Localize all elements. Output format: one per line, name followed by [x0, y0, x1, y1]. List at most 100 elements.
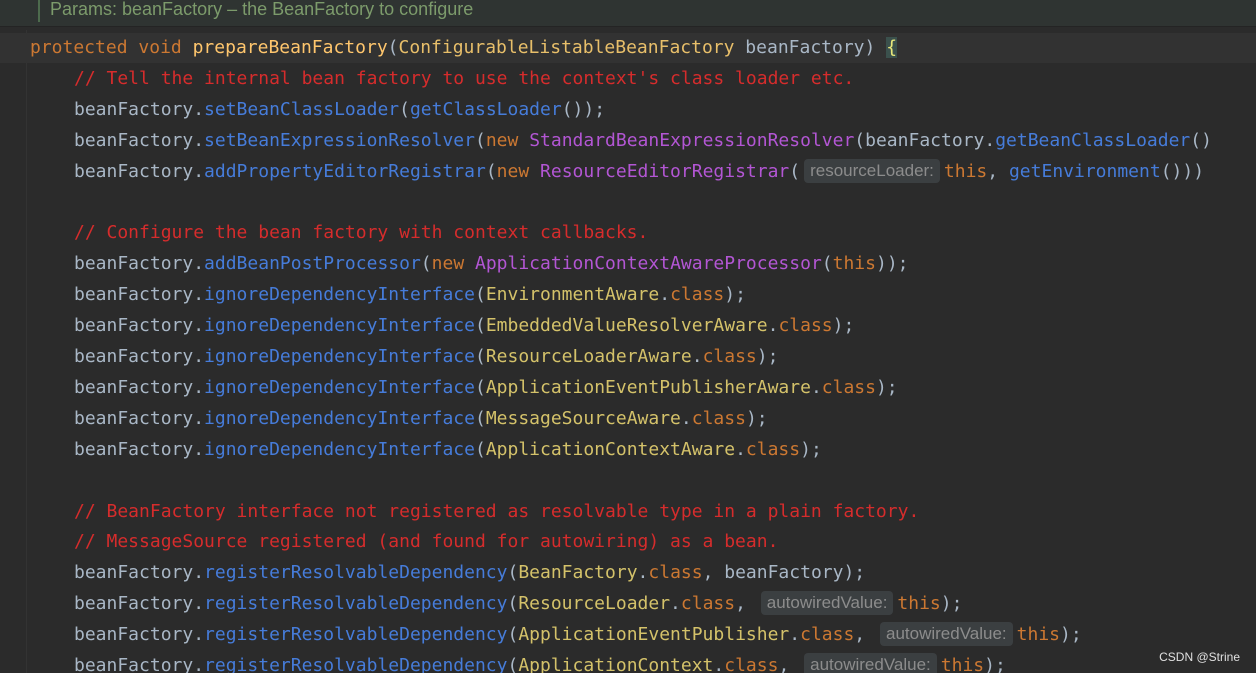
method-call: ignoreDependencyInterface [204, 376, 475, 398]
comment: // Tell the internal bean factory to use… [74, 67, 855, 89]
code-token: beanFactory. [74, 284, 205, 306]
keyword: this [832, 253, 876, 275]
rendered-doc-comment: Params: beanFactory – the BeanFactory to… [0, 0, 1256, 27]
code-token: beanFactory. [74, 346, 205, 367]
keyword: this [940, 655, 985, 673]
watermark: CSDN @Strine [1159, 650, 1240, 664]
keyword: class [724, 655, 779, 673]
method-call: getBeanClassLoader [995, 129, 1191, 151]
code-line[interactable]: beanFactory.ignoreDependencyInterface(Ap… [74, 435, 822, 465]
code-token: ); [940, 593, 963, 615]
code-line[interactable]: beanFactory.ignoreDependencyInterface(Em… [74, 311, 854, 341]
code-line[interactable]: beanFactory.registerResolvableDependency… [74, 620, 1082, 650]
code-token: ( [420, 253, 432, 275]
code-token: ); [832, 315, 855, 337]
code-token: ( [474, 346, 486, 367]
code-token: . [659, 284, 671, 306]
code-token: beanFactory. [74, 438, 205, 460]
method-call: registerResolvableDependency [204, 593, 508, 615]
code-token: ); [1060, 624, 1082, 646]
indent-guide [26, 30, 27, 673]
code-token: ( [474, 129, 486, 151]
code-line[interactable]: beanFactory.ignoreDependencyInterface(Me… [74, 404, 768, 434]
keyword: class [800, 624, 855, 646]
code-line[interactable]: beanFactory.addPropertyEditorRegistrar(n… [74, 157, 1204, 187]
constructor: ResourceEditorRegistrar [540, 160, 790, 182]
code-line[interactable]: // Configure the bean factory with conte… [74, 218, 648, 248]
code-token: . [670, 593, 681, 615]
class-ref: ResourceLoader [518, 593, 671, 615]
code-line[interactable]: beanFactory.setBeanClassLoader(getClassL… [74, 95, 605, 125]
class-ref: ApplicationEventPublisher [518, 624, 790, 646]
code-token: . [637, 562, 649, 584]
class-ref: ApplicationContext [518, 655, 714, 673]
code-token: beanFactory. [74, 655, 205, 673]
keyword: class [648, 562, 703, 584]
code-token: ); [800, 438, 822, 460]
code-token: ( [474, 315, 486, 337]
code-line[interactable]: beanFactory.ignoreDependencyInterface(Re… [74, 342, 778, 372]
code-line[interactable]: beanFactory.registerResolvableDependency… [74, 589, 962, 619]
keyword: class [745, 438, 801, 460]
code-token: . [713, 655, 725, 673]
method-call: ignoreDependencyInterface [204, 284, 475, 306]
code-token: beanFactory. [74, 160, 205, 182]
keyword: new [431, 253, 465, 275]
method-name: prepareBeanFactory [192, 37, 388, 58]
method-call: registerResolvableDependency [204, 624, 508, 646]
code-token: (beanFactory. [854, 129, 996, 151]
code-token: ( [387, 37, 399, 58]
code-token: ( [507, 593, 519, 615]
code-editor[interactable]: Params: beanFactory – the BeanFactory to… [0, 0, 1256, 673]
param-hint: autowiredValue: [879, 622, 1013, 647]
code-token: ); [875, 376, 898, 398]
code-line[interactable]: beanFactory.registerResolvableDependency… [74, 651, 1006, 673]
keyword: class [821, 376, 876, 398]
code-token: ); [724, 284, 746, 306]
keyword: class [680, 593, 736, 615]
method-call: ignoreDependencyInterface [204, 407, 475, 429]
code-token: beanFactory. [74, 253, 205, 275]
code-line[interactable]: beanFactory.registerResolvableDependency… [74, 558, 865, 588]
code-token: ( [474, 407, 486, 429]
code-line[interactable]: // MessageSource registered (and found f… [74, 527, 778, 557]
method-call: getEnvironment [1008, 160, 1161, 182]
code-token: . [789, 624, 801, 646]
code-token: ( [485, 160, 497, 182]
method-call: addBeanPostProcessor [204, 253, 421, 275]
code-line[interactable]: beanFactory.ignoreDependencyInterface(Ap… [74, 373, 898, 403]
code-token: ( [507, 655, 519, 673]
code-token: beanFactory. [74, 593, 205, 615]
keyword: void [138, 37, 182, 58]
code-token: . [680, 407, 692, 429]
code-token: ); [984, 655, 1006, 673]
code-token: beanFactory. [74, 98, 205, 120]
code-line[interactable]: beanFactory.setBeanExpressionResolver(ne… [74, 126, 1212, 156]
code-line[interactable]: // Tell the internal bean factory to use… [74, 64, 854, 94]
doc-comment-bar [38, 0, 40, 22]
method-call: ignoreDependencyInterface [204, 315, 475, 337]
code-token: beanFactory. [74, 376, 205, 398]
code-token: beanFactory. [74, 624, 205, 646]
method-call: setBeanClassLoader [204, 98, 400, 120]
code-line[interactable]: beanFactory.addBeanPostProcessor(new App… [74, 249, 909, 279]
code-token: , [735, 593, 757, 615]
class-ref: EmbeddedValueResolverAware [485, 315, 768, 337]
code-token: ()); [561, 98, 606, 120]
code-line[interactable]: protected void prepareBeanFactory(Config… [30, 33, 898, 63]
class-ref: MessageSourceAware [485, 407, 681, 429]
code-line[interactable]: beanFactory.ignoreDependencyInterface(En… [74, 280, 746, 310]
param-hint: resourceLoader: [804, 158, 940, 183]
code-line[interactable]: // BeanFactory interface not registered … [74, 497, 919, 527]
code-token: )); [875, 253, 909, 275]
code-token: () [1190, 129, 1212, 151]
keyword: class [691, 407, 746, 429]
code-token: ( [474, 284, 486, 306]
doc-comment-text: Params: beanFactory – the BeanFactory to… [50, 0, 474, 19]
keyword: new [485, 129, 519, 151]
code-token: beanFactory) [734, 37, 887, 58]
class-ref: ApplicationEventPublisherAware [485, 376, 811, 398]
method-call: addPropertyEditorRegistrar [204, 160, 486, 182]
comment: // Configure the bean factory with conte… [74, 222, 649, 244]
